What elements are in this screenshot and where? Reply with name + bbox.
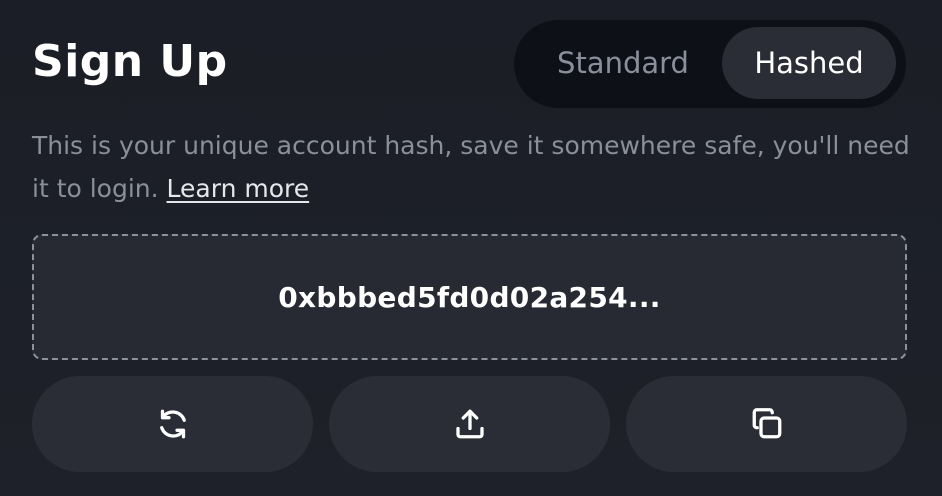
page-title: Sign Up <box>32 36 228 87</box>
mode-toggle: Standard Hashed <box>514 20 906 108</box>
account-hash-value: 0xbbbed5fd0d02a254... <box>278 280 661 314</box>
copy-icon <box>749 406 785 442</box>
toggle-option-standard[interactable]: Standard <box>528 27 718 99</box>
copy-hash-button[interactable] <box>626 376 907 472</box>
refresh-icon <box>155 406 191 442</box>
account-hash-box[interactable]: 0xbbbed5fd0d02a254... <box>32 234 907 360</box>
regenerate-hash-button[interactable] <box>32 376 313 472</box>
toggle-option-hashed[interactable]: Hashed <box>722 27 896 99</box>
export-hash-button[interactable] <box>329 376 610 472</box>
description-text: This is your unique account hash, save i… <box>32 124 912 210</box>
learn-more-link[interactable]: Learn more <box>167 174 310 203</box>
hash-actions <box>32 376 907 472</box>
upload-icon <box>452 406 488 442</box>
sign-up-panel: Sign Up Standard Hashed This is your uni… <box>0 0 942 496</box>
description-body: This is your unique account hash, save i… <box>32 131 910 203</box>
